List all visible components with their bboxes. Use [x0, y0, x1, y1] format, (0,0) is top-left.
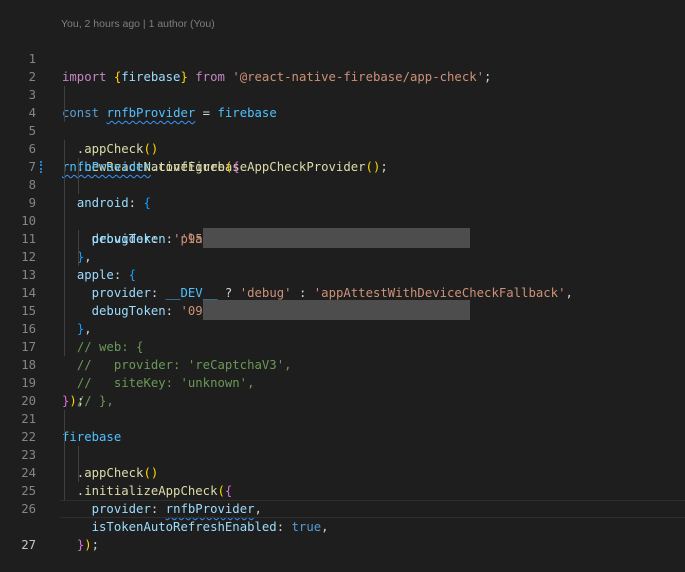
modified-line-indicator[interactable] [40, 161, 44, 173]
code-line: 12 provider: __DEV__ ? 'debug' : 'appAtt… [0, 230, 685, 300]
code-editor[interactable]: 1 import {firebase} from '@react-native-… [0, 32, 685, 552]
code-line: 4 .appCheck() [0, 86, 685, 156]
code-line: 8 provider: 'playIntegrity', [0, 158, 685, 246]
code-line: 2 [0, 50, 685, 84]
code-line: 23 .initializeAppCheck({ [0, 428, 685, 498]
code-line: 6 rnfbProvider.configure({ [0, 122, 685, 174]
code-line: 1 import {firebase} from '@react-native-… [0, 32, 685, 84]
code-line: 21 firebase [0, 392, 685, 444]
code-line: 9 debugToken: '95 [0, 176, 685, 248]
code-line: 18 // }, [0, 338, 685, 408]
keyword-true: true [291, 520, 322, 534]
key-isTokenAutoRefreshEnabled: isTokenAutoRefreshEnabled [91, 520, 277, 534]
code-line: 13 debugToken: '09 [0, 248, 685, 320]
code-line: 15 // web: { [0, 284, 685, 354]
git-blame-annotation[interactable]: You, 2 hours ago | 1 author (You) [61, 18, 215, 30]
code-line: 5 .newReactNativeFirebaseAppCheckProvide… [0, 104, 685, 174]
code-line: 11 apple: { [0, 212, 685, 282]
code-line: 17 // siteKey: 'unknown', [0, 320, 685, 390]
line-number: 27 [21, 538, 36, 552]
code-line: 20 [0, 374, 685, 408]
code-line: 19 }); [0, 356, 685, 408]
code-line: 7 android: { [0, 140, 685, 210]
code-line: 25 isTokenAutoRefreshEnabled: true, [0, 464, 685, 534]
code-line: 14 }, [0, 266, 685, 336]
code-line: 10 }, [0, 194, 685, 264]
code-line-current[interactable]: 27 [0, 500, 685, 552]
code-line: 26 }); [0, 482, 685, 552]
current-line-highlight [60, 500, 685, 518]
code-line: 22 .appCheck() [0, 410, 685, 480]
code-line: 24 provider: rnfbProvider, [0, 446, 685, 516]
code-line: 3 const rnfbProvider = firebase [0, 68, 685, 120]
code-line: 16 // provider: 'reCaptchaV3', [0, 302, 685, 372]
